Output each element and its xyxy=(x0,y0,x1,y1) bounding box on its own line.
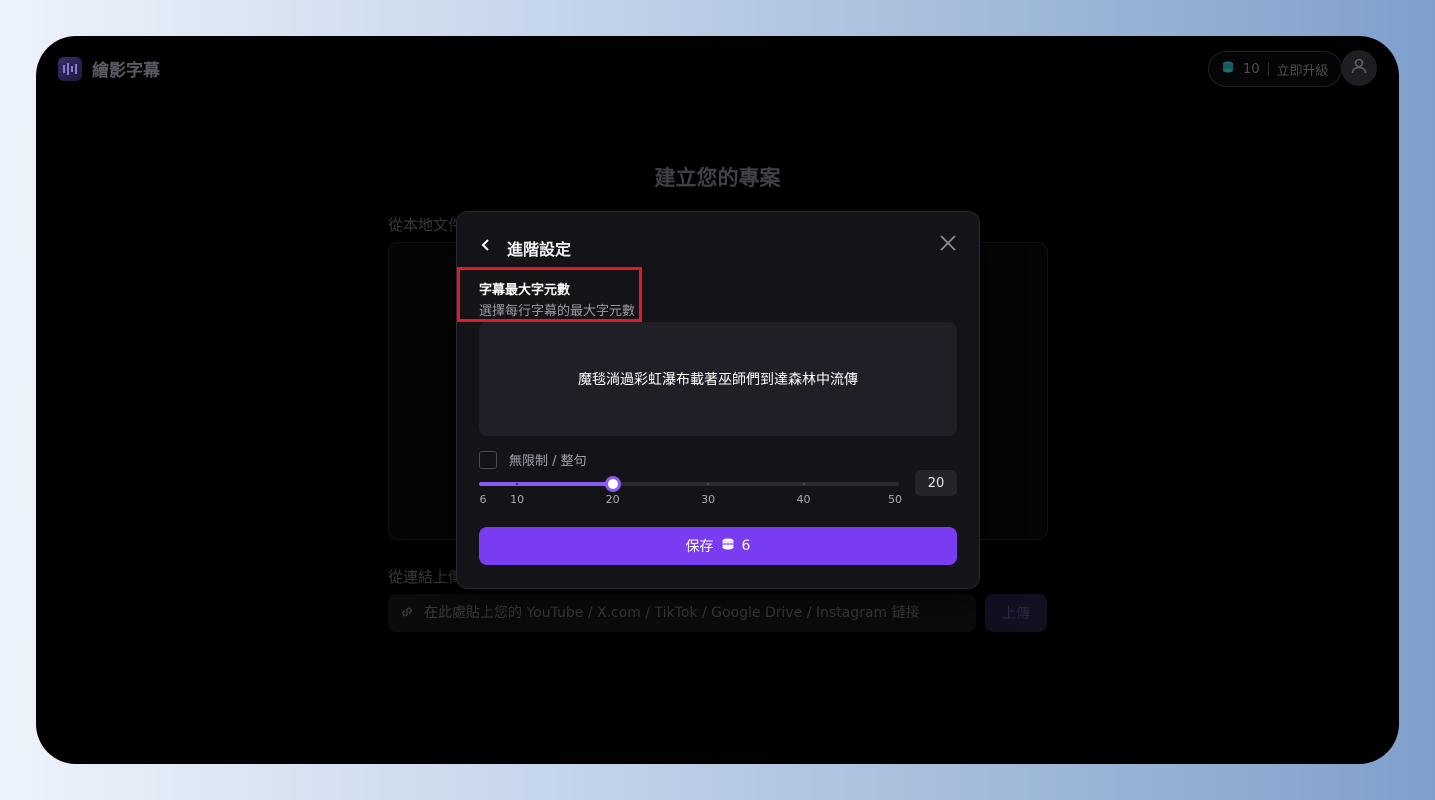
save-cost: 6 xyxy=(741,538,751,554)
user-avatar-button[interactable] xyxy=(1341,50,1377,86)
modal-title: 進階設定 xyxy=(507,240,572,259)
link-upload-label: 從連結上傳 xyxy=(388,568,464,586)
page-title: 建立您的專案 xyxy=(654,166,781,190)
slider-value-display[interactable]: 20 xyxy=(915,470,957,496)
section-description: 選擇每行字幕的最大字元數 xyxy=(479,304,636,319)
chevron-left-icon xyxy=(481,237,491,256)
slider-fill xyxy=(479,482,613,486)
slider-tick-label: 6 xyxy=(479,493,487,506)
slider-tick-label: 30 xyxy=(701,493,716,506)
coins-icon xyxy=(720,537,736,555)
close-icon xyxy=(939,235,957,256)
slider-tick-label: 20 xyxy=(605,493,620,506)
unlimited-checkbox-row[interactable]: 無限制 / 整句 xyxy=(479,450,587,469)
max-chars-slider[interactable] xyxy=(479,476,899,492)
local-file-label: 從本地文件 xyxy=(388,216,464,234)
credits-count: 10 xyxy=(1243,61,1260,77)
unlimited-checkbox-label: 無限制 / 整句 xyxy=(509,454,587,469)
credits-upgrade-pill[interactable]: 10 立即升級 xyxy=(1208,51,1342,87)
slider-tick-label: 50 xyxy=(888,493,902,506)
divider xyxy=(1267,62,1269,76)
upload-button[interactable]: 上傳 xyxy=(985,594,1047,632)
advanced-settings-modal: 進階設定 字幕最大字元數 選擇每行字幕的最大字元數 魔毯淌過彩虹瀑布載著巫師們到… xyxy=(456,211,980,589)
close-button[interactable] xyxy=(939,234,959,254)
subtitle-preview: 魔毯淌過彩虹瀑布載著巫師們到達森林中流傳 xyxy=(479,322,957,436)
app-logo[interactable]: 繪影字幕 xyxy=(58,56,160,81)
link-input[interactable] xyxy=(422,604,966,622)
section-title: 字幕最大字元數 xyxy=(479,283,571,298)
coins-icon xyxy=(1221,60,1235,78)
slider-tick-label: 10 xyxy=(510,493,525,506)
slider-tick-label: 40 xyxy=(796,493,811,506)
upgrade-link[interactable]: 立即升級 xyxy=(1277,60,1329,79)
preview-text: 魔毯淌過彩虹瀑布載著巫師們到達森林中流傳 xyxy=(578,372,858,388)
save-label: 保存 xyxy=(685,539,714,555)
slider-tick-mark xyxy=(802,483,805,485)
logo-icon xyxy=(58,56,82,81)
save-button[interactable]: 保存 6 xyxy=(479,527,957,565)
link-input-field[interactable] xyxy=(388,594,976,632)
link-icon xyxy=(400,604,414,623)
slider-thumb[interactable] xyxy=(604,476,621,492)
app-name: 繪影字幕 xyxy=(92,61,160,81)
app-window: 繪影字幕 10 立即升級 建立您的專案 從本地文件 從連結上傳 在此處貼上您的 … xyxy=(36,36,1399,764)
unlimited-checkbox[interactable] xyxy=(479,450,497,469)
user-icon xyxy=(1349,56,1369,80)
back-button[interactable] xyxy=(481,236,497,256)
